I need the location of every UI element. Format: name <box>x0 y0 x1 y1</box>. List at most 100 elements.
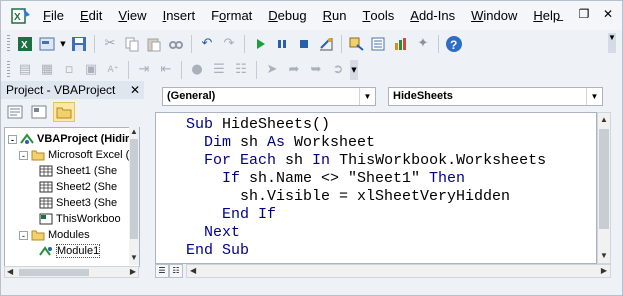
dropdown-arrow-icon[interactable]: ▼ <box>59 34 67 54</box>
redo-icon[interactable]: ↷ <box>219 34 239 54</box>
scroll-left-icon[interactable]: ◀ <box>190 266 196 275</box>
complete-word-icon[interactable]: A⁺ <box>103 60 123 80</box>
code-margin-indicator-bar[interactable] <box>156 113 176 263</box>
toolbar-overflow-icon[interactable]: ▼ <box>350 59 358 80</box>
toggle-breakpoint-icon[interactable]: ● <box>187 60 207 80</box>
code-line[interactable]: Next <box>186 224 240 242</box>
scroll-right-icon[interactable]: ▶ <box>601 266 607 275</box>
code-line[interactable]: Sub HideSheets() <box>186 116 330 134</box>
menu-item-edit[interactable]: Edit <box>72 1 110 30</box>
project-vertical-scrollbar[interactable]: ▲ ▼ <box>129 127 139 265</box>
previous-bookmark-icon[interactable]: ➥ <box>306 60 326 80</box>
procedure-dropdown[interactable]: HideSheets ▼ <box>388 87 603 106</box>
menu-item-window[interactable]: Window <box>463 1 525 30</box>
code-keyword: If <box>186 170 250 187</box>
project-explorer-icon[interactable] <box>347 34 367 54</box>
code-line[interactable]: sh.Visible = xlSheetVeryHidden <box>186 188 510 206</box>
object-browser-icon[interactable] <box>391 34 411 54</box>
collapse-icon[interactable]: - <box>8 134 17 144</box>
full-module-view-icon[interactable]: ☷ <box>169 264 183 278</box>
next-bookmark-icon[interactable]: ➦ <box>284 60 304 80</box>
tree-item[interactable]: Sheet3 (She <box>39 195 117 211</box>
properties-window-icon[interactable] <box>369 34 389 54</box>
tree-item[interactable]: ThisWorkboo <box>39 211 121 227</box>
view-excel-icon[interactable]: X <box>15 34 35 54</box>
tree-item[interactable]: Module1 <box>39 243 101 259</box>
help-icon[interactable]: ? <box>444 34 464 54</box>
code-line[interactable]: For Each sh In ThisWorkbook.Worksheets <box>186 152 546 170</box>
scroll-up-icon[interactable]: ▲ <box>130 127 138 136</box>
clear-bookmarks-icon[interactable]: ➲ <box>328 60 348 80</box>
procedure-view-icon[interactable]: ☰ <box>155 264 169 278</box>
save-icon[interactable] <box>69 34 89 54</box>
scroll-thumb[interactable] <box>19 269 89 276</box>
reset-icon[interactable] <box>294 34 314 54</box>
code-vertical-scrollbar[interactable]: ▲ ▼ <box>597 112 611 264</box>
code-line[interactable]: If sh.Name <> "Sheet1" Then <box>186 170 465 188</box>
toggle-folders-icon[interactable] <box>53 102 75 122</box>
chevron-down-icon[interactable]: ▼ <box>359 88 375 105</box>
list-properties-icon[interactable]: ▤ <box>15 60 35 80</box>
code-horizontal-scrollbar[interactable]: ◀ ▶ <box>186 264 611 278</box>
scroll-right-icon[interactable]: ▶ <box>130 267 136 276</box>
run-icon[interactable] <box>250 34 270 54</box>
code-line[interactable]: Dim sh As Worksheet <box>186 134 375 152</box>
object-dropdown[interactable]: (General) ▼ <box>162 87 376 106</box>
parameter-info-icon[interactable]: ▣ <box>81 60 101 80</box>
undo-icon[interactable]: ↶ <box>197 34 217 54</box>
tree-item[interactable]: Sheet2 (She <box>39 179 117 195</box>
collapse-icon[interactable]: - <box>19 230 28 240</box>
menu-item-view[interactable]: View <box>110 1 154 30</box>
scroll-down-icon[interactable]: ▼ <box>130 253 138 262</box>
menu-item-format[interactable]: Fo rmat <box>203 1 260 30</box>
uncomment-block-icon[interactable]: ☷ <box>231 60 251 80</box>
paste-icon[interactable] <box>144 34 164 54</box>
toolbar-separator <box>181 60 182 79</box>
menu-bar: X File Edit View Insert Fo rmat Debug Run Tools A… <box>1 1 622 30</box>
tree-item[interactable]: - VBAProject (Hidir <box>8 131 129 147</box>
close-icon[interactable]: ✕ <box>130 81 140 99</box>
insert-userform-icon[interactable] <box>37 34 57 54</box>
toggle-bookmark-icon[interactable]: ➤ <box>262 60 282 80</box>
collapse-icon[interactable]: - <box>19 150 28 160</box>
restore-icon[interactable]: ❐ <box>578 7 590 21</box>
close-icon[interactable]: ✕ <box>602 7 614 21</box>
tree-item[interactable]: - Modules <box>19 227 90 243</box>
design-mode-icon[interactable] <box>316 34 336 54</box>
tree-item[interactable]: Sheet1 (She <box>39 163 117 179</box>
scroll-up-icon[interactable]: ▲ <box>600 115 608 124</box>
copy-icon[interactable] <box>122 34 142 54</box>
scroll-thumb[interactable] <box>130 139 138 239</box>
code-line[interactable]: End If <box>186 206 276 224</box>
quick-info-icon[interactable]: ▫ <box>59 60 79 80</box>
cut-icon[interactable]: ✂ <box>100 34 120 54</box>
minimize-icon[interactable]: _ <box>554 7 566 21</box>
menu-item-debug[interactable]: Debug <box>260 1 314 30</box>
toolbox-icon[interactable]: ✦ <box>413 34 433 54</box>
chevron-down-icon[interactable]: ▼ <box>586 88 602 105</box>
project-horizontal-scrollbar[interactable]: ◀ ▶ <box>4 266 139 278</box>
excel-app-icon[interactable]: X <box>11 6 31 26</box>
tree-item[interactable]: - Microsoft Excel ( <box>19 147 129 163</box>
scroll-thumb[interactable] <box>599 129 609 229</box>
menu-item-file[interactable]: File <box>35 1 72 30</box>
view-object-icon[interactable] <box>29 103 49 121</box>
scroll-left-icon[interactable]: ◀ <box>7 267 13 276</box>
object-dropdown-value: (General) <box>167 90 216 102</box>
menu-item-insert[interactable]: Insert <box>155 1 204 30</box>
view-code-icon[interactable] <box>5 103 25 121</box>
list-constants-icon[interactable]: ▦ <box>37 60 57 80</box>
code-line[interactable]: End Sub <box>186 242 249 260</box>
scroll-down-icon[interactable]: ▼ <box>600 251 608 260</box>
menu-item-run[interactable]: Run <box>315 1 355 30</box>
menu-item-tools[interactable]: Tools <box>354 1 402 30</box>
menu-item-add-ins[interactable]: Add-Ins <box>402 1 463 30</box>
toolbar-overflow-icon[interactable]: ▼ <box>608 33 616 53</box>
toolbar-grip[interactable] <box>7 60 10 79</box>
find-icon[interactable] <box>166 34 186 54</box>
toolbar-grip[interactable] <box>7 34 10 53</box>
outdent-icon[interactable]: ⇤ <box>156 60 176 80</box>
indent-icon[interactable]: ⇥ <box>134 60 154 80</box>
comment-block-icon[interactable]: ☰ <box>209 60 229 80</box>
break-icon[interactable] <box>272 34 292 54</box>
